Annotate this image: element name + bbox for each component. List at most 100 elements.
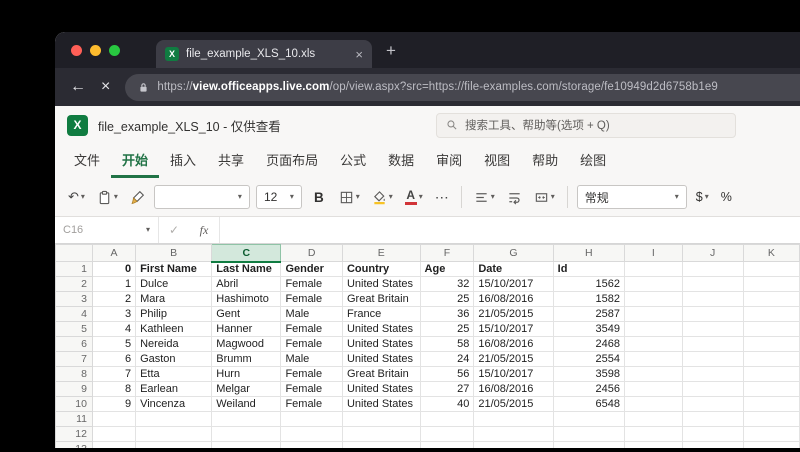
search-box[interactable]: 搜索工具、帮助等(选项 + Q)	[436, 112, 736, 138]
borders-button[interactable]: ▾	[336, 184, 363, 210]
bold-button[interactable]: B	[308, 184, 330, 210]
cell-E5[interactable]: United States	[341, 321, 421, 337]
cell-B12[interactable]	[135, 426, 213, 442]
cell-G11[interactable]	[473, 411, 554, 427]
minimize-window-button[interactable]	[90, 44, 101, 56]
row-header-4[interactable]: 4	[55, 306, 93, 322]
cell-E2[interactable]: United States	[341, 276, 421, 292]
cell-H12[interactable]	[552, 426, 626, 442]
cell-E6[interactable]: United States	[341, 336, 421, 352]
cell-G10[interactable]: 21/05/2015	[473, 396, 554, 412]
cell-C2[interactable]: Abril	[211, 276, 282, 292]
cell-A10[interactable]: 9	[91, 396, 137, 412]
cell-A11[interactable]	[91, 411, 137, 427]
cell-D8[interactable]: Female	[280, 366, 343, 382]
cell-F3[interactable]: 25	[419, 291, 475, 307]
row-header-3[interactable]: 3	[55, 291, 93, 307]
cell-F11[interactable]	[419, 411, 475, 427]
cell-C4[interactable]: Gent	[211, 306, 282, 322]
col-header-A[interactable]: A	[91, 244, 137, 262]
cell-F9[interactable]: 27	[419, 381, 475, 397]
cell-K1[interactable]	[742, 261, 800, 277]
menu-file[interactable]: 文件	[63, 144, 111, 178]
menu-share[interactable]: 共享	[207, 144, 255, 178]
cell-K4[interactable]	[742, 306, 800, 322]
col-header-I[interactable]: I	[624, 244, 683, 262]
cell-E10[interactable]: United States	[341, 396, 421, 412]
cell-G13[interactable]	[473, 441, 554, 448]
cell-E13[interactable]	[341, 441, 421, 448]
cell-G7[interactable]: 21/05/2015	[473, 351, 554, 367]
cell-H10[interactable]: 6548	[552, 396, 626, 412]
browser-tab[interactable]: X file_example_XLS_10.xls ×	[156, 40, 372, 68]
cell-J6[interactable]	[681, 336, 744, 352]
cell-B8[interactable]: Etta	[135, 366, 213, 382]
cell-I9[interactable]	[624, 381, 683, 397]
cell-J3[interactable]	[681, 291, 744, 307]
cell-I7[interactable]	[624, 351, 683, 367]
select-all-corner[interactable]	[55, 244, 93, 262]
cell-F2[interactable]: 32	[419, 276, 475, 292]
cell-A8[interactable]: 7	[91, 366, 137, 382]
cell-B13[interactable]	[135, 441, 213, 448]
cell-B5[interactable]: Kathleen	[135, 321, 213, 337]
merge-cells-button[interactable]: ▾	[531, 184, 558, 210]
close-tab-icon[interactable]: ×	[355, 47, 363, 62]
col-header-C[interactable]: C	[211, 244, 282, 263]
cell-G3[interactable]: 16/08/2016	[473, 291, 554, 307]
cell-E12[interactable]	[341, 426, 421, 442]
col-header-H[interactable]: H	[552, 244, 626, 262]
cell-D4[interactable]: Male	[280, 306, 343, 322]
close-window-button[interactable]	[71, 44, 82, 56]
cell-F13[interactable]	[419, 441, 475, 448]
cell-B3[interactable]: Mara	[135, 291, 213, 307]
cell-J11[interactable]	[681, 411, 744, 427]
cell-B2[interactable]: Dulce	[135, 276, 213, 292]
cell-G1[interactable]: Date	[473, 261, 554, 277]
cell-C3[interactable]: Hashimoto	[211, 291, 282, 307]
menu-data[interactable]: 数据	[377, 144, 425, 178]
cell-C1[interactable]: Last Name	[211, 261, 282, 277]
cell-I11[interactable]	[624, 411, 683, 427]
cell-D2[interactable]: Female	[280, 276, 343, 292]
paste-button[interactable]: ▾	[94, 184, 121, 210]
format-painter-button[interactable]	[127, 184, 148, 210]
cell-E7[interactable]: United States	[341, 351, 421, 367]
name-box[interactable]: C16 ▾	[55, 217, 159, 243]
cell-A6[interactable]: 5	[91, 336, 137, 352]
cell-F4[interactable]: 36	[419, 306, 475, 322]
col-header-E[interactable]: E	[341, 244, 421, 262]
cell-I2[interactable]	[624, 276, 683, 292]
row-header-2[interactable]: 2	[55, 276, 93, 292]
formula-input[interactable]	[220, 217, 800, 243]
cell-J13[interactable]	[681, 441, 744, 448]
cell-C9[interactable]: Melgar	[211, 381, 282, 397]
col-header-G[interactable]: G	[473, 244, 554, 262]
cell-G6[interactable]: 16/08/2016	[473, 336, 554, 352]
row-header-10[interactable]: 10	[55, 396, 93, 412]
number-format-select[interactable]: 常规 ▾	[576, 185, 687, 209]
cell-H9[interactable]: 2456	[552, 381, 626, 397]
currency-format-button[interactable]: $ ▾	[693, 184, 712, 210]
cell-B10[interactable]: Vincenza	[135, 396, 213, 412]
cell-D9[interactable]: Female	[280, 381, 343, 397]
address-bar[interactable]: https://view.officeapps.live.com/op/view…	[125, 73, 800, 101]
cell-C11[interactable]	[211, 411, 282, 427]
cell-J5[interactable]	[681, 321, 744, 337]
cell-A7[interactable]: 6	[91, 351, 137, 367]
menu-review[interactable]: 审阅	[425, 144, 473, 178]
cell-K6[interactable]	[742, 336, 800, 352]
row-header-8[interactable]: 8	[55, 366, 93, 382]
menu-view[interactable]: 视图	[473, 144, 521, 178]
cell-H1[interactable]: Id	[552, 261, 626, 277]
cell-B9[interactable]: Earlean	[135, 381, 213, 397]
insert-function-icon[interactable]: fx	[189, 217, 220, 243]
cell-C5[interactable]: Hanner	[211, 321, 282, 337]
cell-K3[interactable]	[742, 291, 800, 307]
cell-J8[interactable]	[681, 366, 744, 382]
cell-I1[interactable]	[624, 261, 683, 277]
row-header-12[interactable]: 12	[55, 426, 93, 442]
cell-K9[interactable]	[742, 381, 800, 397]
cell-B6[interactable]: Nereida	[135, 336, 213, 352]
menu-home[interactable]: 开始	[111, 144, 160, 178]
